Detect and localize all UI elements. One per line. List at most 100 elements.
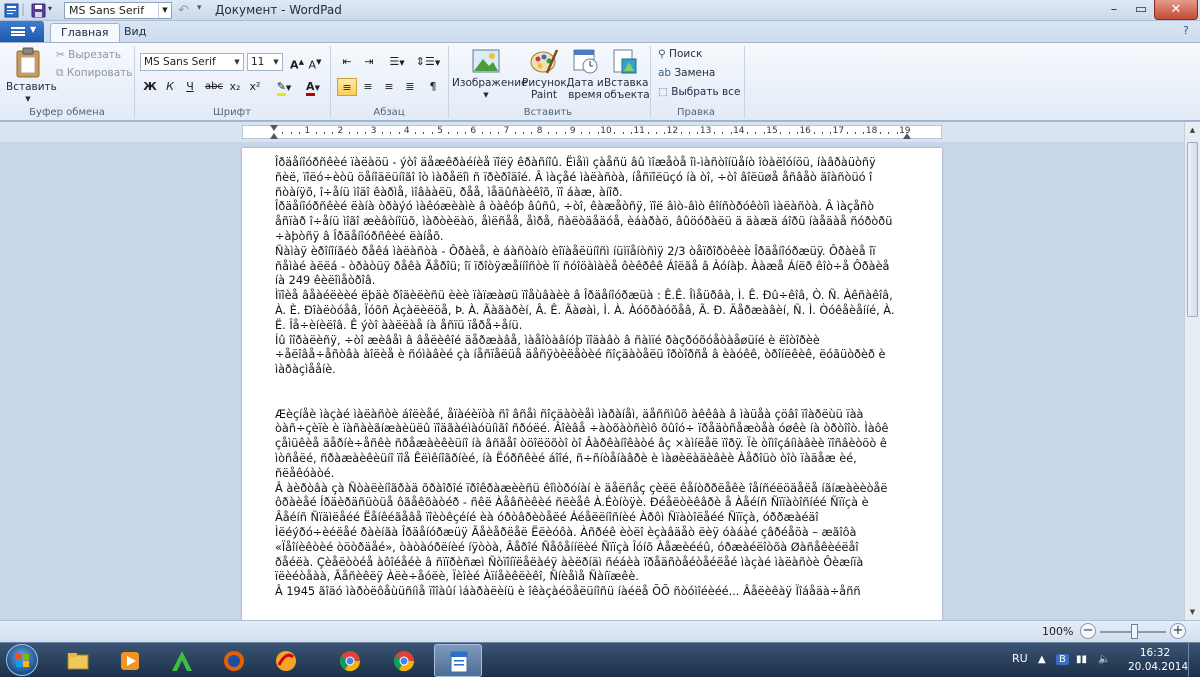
ruler-number: 3 <box>370 126 377 136</box>
font-color-button[interactable]: A▼ <box>300 78 326 96</box>
scroll-thumb[interactable] <box>1187 142 1198 317</box>
chevron-down-icon[interactable]: ▼ <box>158 3 171 18</box>
underline-button[interactable]: Ч <box>181 78 199 96</box>
left-indent-marker[interactable] <box>270 133 278 139</box>
decrease-indent-button[interactable]: ⇤ <box>336 53 358 71</box>
app-menu-button[interactable]: ▼ <box>0 21 44 42</box>
select-all-button[interactable]: ⬚ Выбрать все <box>658 84 740 101</box>
network-icon[interactable]: ▮▮ <box>1076 654 1087 665</box>
cut-button[interactable]: ✂ Вырезать <box>56 47 121 64</box>
ruler-tick <box>481 132 483 134</box>
align-center-button[interactable]: ≡ <box>358 78 378 96</box>
taskbar-app-swirl[interactable] <box>262 644 310 677</box>
align-left-button[interactable]: ≡ <box>337 78 357 96</box>
subscript-button[interactable]: x₂ <box>226 78 244 96</box>
copy-button[interactable]: ⧉ Копировать <box>56 65 132 82</box>
insert-object-button[interactable]: Вставка объекта <box>604 47 650 101</box>
grow-font-button[interactable]: A▲ <box>288 53 306 72</box>
ruler-tick <box>664 132 666 134</box>
ruler-number: 14 <box>733 126 745 136</box>
ruler-number: 18 <box>865 126 878 136</box>
help-icon[interactable]: ? <box>1183 24 1189 37</box>
tab-home[interactable]: Главная <box>50 23 120 42</box>
justify-button[interactable]: ≣ <box>400 78 420 96</box>
strikethrough-button[interactable]: abc <box>202 78 226 96</box>
qat-customize-icon[interactable]: ▾ <box>48 4 52 13</box>
right-indent-marker[interactable] <box>903 133 911 139</box>
taskbar-chrome-1[interactable] <box>326 644 374 677</box>
cut-label: Вырезать <box>68 49 122 61</box>
tab-view[interactable]: Вид <box>114 23 156 42</box>
qat-font-box[interactable]: MS Sans Serif ▼ <box>64 2 172 19</box>
bold-button[interactable]: Ж <box>141 78 159 96</box>
ruler-tick <box>788 132 790 134</box>
ruler-tick <box>730 132 732 134</box>
taskbar-chrome-2[interactable] <box>380 644 428 677</box>
datetime-label-2: время <box>568 89 602 101</box>
ruler-number: 4 <box>403 126 410 136</box>
line-spacing-button[interactable]: ⇕☰▼ <box>414 53 442 71</box>
ruler-tick <box>796 132 798 134</box>
first-line-indent-marker[interactable] <box>270 125 278 131</box>
taskbar-app-green[interactable] <box>158 644 206 677</box>
paragraph-button[interactable]: ¶ <box>423 78 443 96</box>
maximize-button[interactable]: ▭ <box>1128 0 1154 20</box>
clock[interactable]: 16:32 20.04.2014 <box>1128 646 1188 674</box>
object-label-1: Вставка <box>604 77 649 89</box>
taskbar-firefox[interactable] <box>210 644 258 677</box>
undo-icon[interactable]: ↶ <box>178 3 189 18</box>
ruler-number: 10 <box>600 126 612 136</box>
highlight-button[interactable]: ✎▼ <box>270 78 298 96</box>
outdent-icon: ⇤ <box>342 55 352 68</box>
italic-button[interactable]: К <box>161 78 179 96</box>
wordpad-app-icon[interactable] <box>4 3 19 18</box>
ruler[interactable]: 1 2 3 4 5 6 7 8 9 10 11 12 13 14 15 16 17 18 19 <box>242 125 942 139</box>
close-button[interactable]: ✕ <box>1154 0 1198 20</box>
taskbar-explorer[interactable] <box>54 644 102 677</box>
chevron-down-icon[interactable]: ▼ <box>270 54 282 70</box>
paint-drawing-button[interactable]: Рисунок Paint <box>522 47 567 101</box>
ruler-tick <box>431 132 433 134</box>
font-family-select[interactable]: MS Sans Serif ▼ <box>140 53 244 71</box>
tray-expand-icon[interactable]: ▲ <box>1038 654 1046 665</box>
font-family-value: MS Sans Serif <box>144 56 216 68</box>
zoom-in-button[interactable]: + <box>1170 623 1186 639</box>
zoom-out-button[interactable]: − <box>1080 623 1096 639</box>
vertical-scrollbar[interactable]: ▲ ▼ <box>1184 122 1200 620</box>
document-text[interactable]: Îðäåíîóðñêèé ïàëàöü - ýòî äåæêðàéíèå ïîë… <box>275 156 895 600</box>
paste-button[interactable]: Вставить ▼ <box>6 47 57 105</box>
status-bar: 100% − + <box>0 620 1200 642</box>
find-button[interactable]: ⚲ Поиск <box>658 46 702 63</box>
document-page[interactable]: Îðäåíîóðñêèé ïàëàöü - ýòî äåæêðàéíèå ïîë… <box>242 148 942 620</box>
increase-indent-button[interactable]: ⇥ <box>358 53 380 71</box>
volume-icon[interactable]: 🔈 <box>1098 654 1110 665</box>
insert-image-button[interactable]: Изображение ▼ <box>452 47 528 101</box>
ruler-tick <box>863 132 865 134</box>
save-icon[interactable] <box>31 3 46 18</box>
align-right-button[interactable]: ≡ <box>379 78 399 96</box>
language-indicator[interactable]: RU <box>1012 652 1028 665</box>
vk-icon[interactable]: B <box>1056 654 1069 665</box>
zoom-slider-thumb[interactable] <box>1131 624 1138 639</box>
replace-button[interactable]: ab Замена <box>658 65 715 82</box>
taskbar-wordpad[interactable] <box>434 644 482 677</box>
show-desktop-button[interactable] <box>1188 643 1200 677</box>
chevron-down-icon[interactable]: ▼ <box>231 54 243 70</box>
more-icon[interactable]: ▾ <box>197 3 202 13</box>
scroll-up-icon[interactable]: ▲ <box>1185 122 1200 138</box>
list-button[interactable]: ☰▼ <box>383 53 411 71</box>
superscript-button[interactable]: x² <box>246 78 264 96</box>
date-time-button[interactable]: Дата и время <box>566 47 604 101</box>
swirl-icon <box>276 651 296 671</box>
scroll-down-icon[interactable]: ▼ <box>1185 604 1200 620</box>
align-left-icon: ≡ <box>342 81 352 94</box>
start-button[interactable] <box>6 644 38 676</box>
ruler-tick <box>298 132 300 134</box>
font-size-select[interactable]: 11 ▼ <box>247 53 283 71</box>
taskbar-media[interactable] <box>106 644 154 677</box>
minimize-button[interactable]: – <box>1100 0 1128 20</box>
shrink-font-button[interactable]: A▼ <box>306 53 324 72</box>
document-area[interactable]: Îðäåíîóðñêèé ïàëàöü - ýòî äåæêðàéíèå ïîë… <box>0 142 1184 620</box>
ruler-tick <box>365 132 367 134</box>
